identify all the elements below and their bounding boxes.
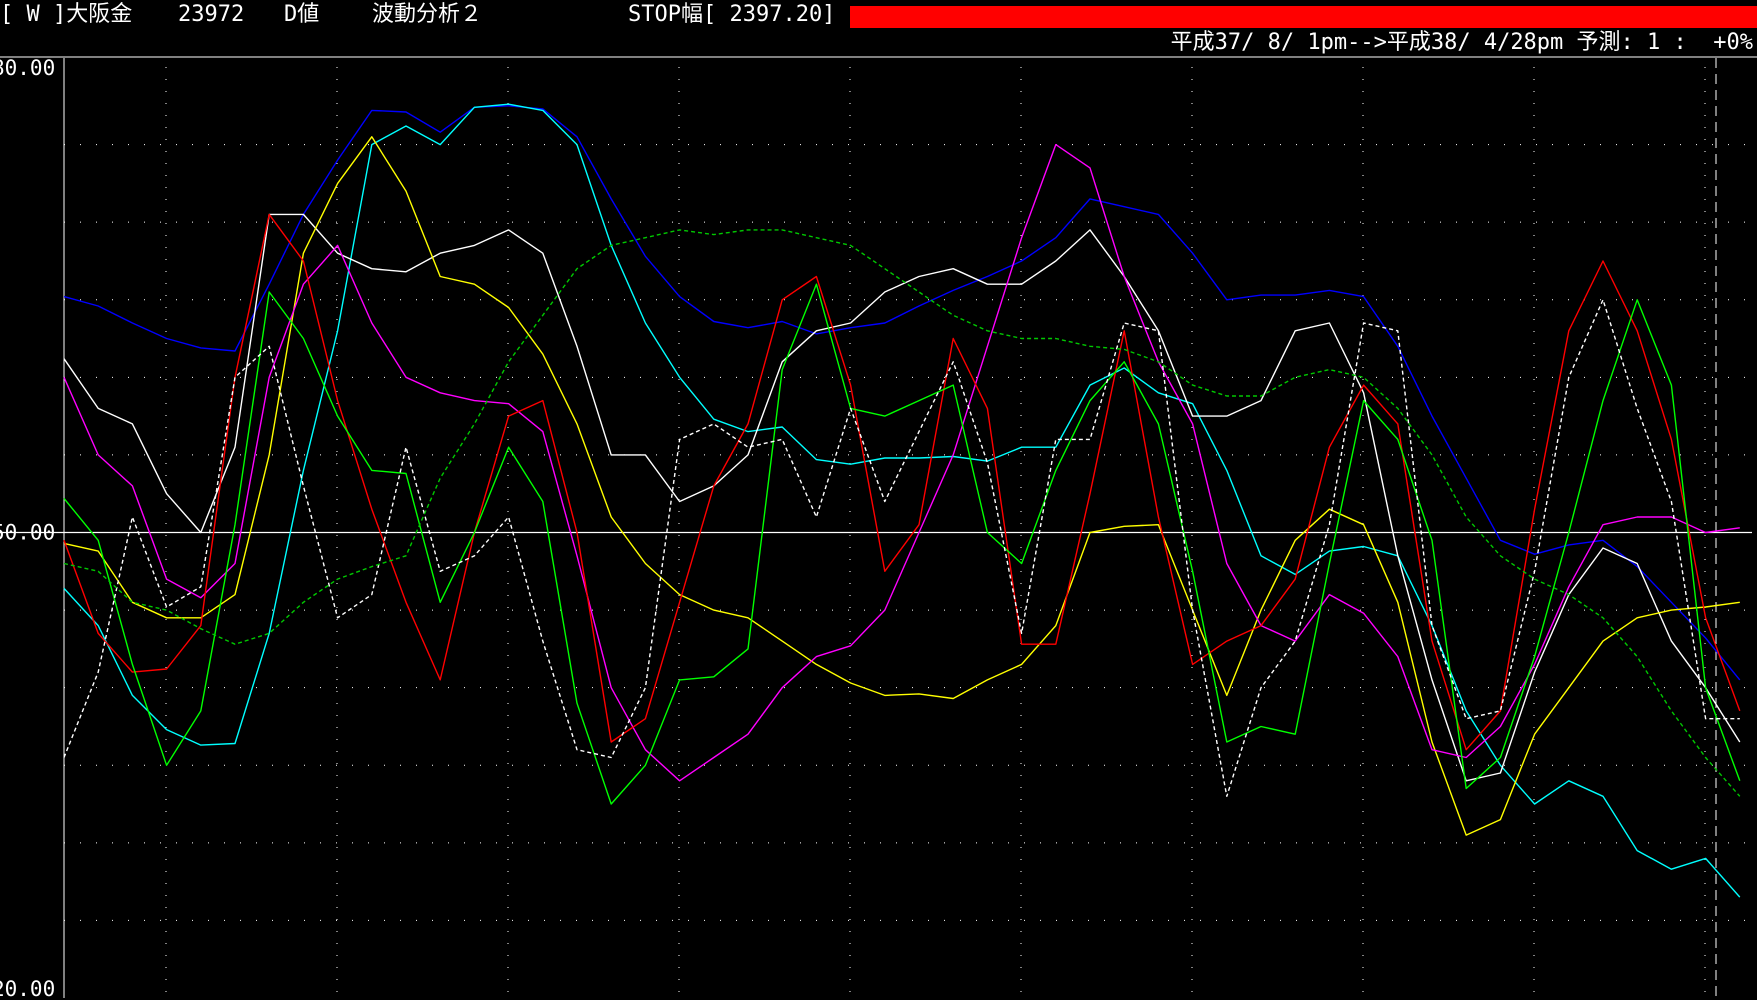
y-tick-labels: 80.00 50.00 20.00 [0,56,55,1000]
series-line-2 [63,103,1741,898]
y-tick-label: 20.00 [0,977,55,1000]
chart-area: 80.00 50.00 20.00 [0,56,1757,1000]
series-line-6 [63,213,1741,751]
series-line-7 [63,283,1741,805]
y-tick-label: 80.00 [0,56,55,80]
chart-series [63,103,1741,898]
series-line-5 [63,143,1740,782]
y-tick-label: 50.00 [0,521,55,545]
series-line-4 [63,136,1740,836]
